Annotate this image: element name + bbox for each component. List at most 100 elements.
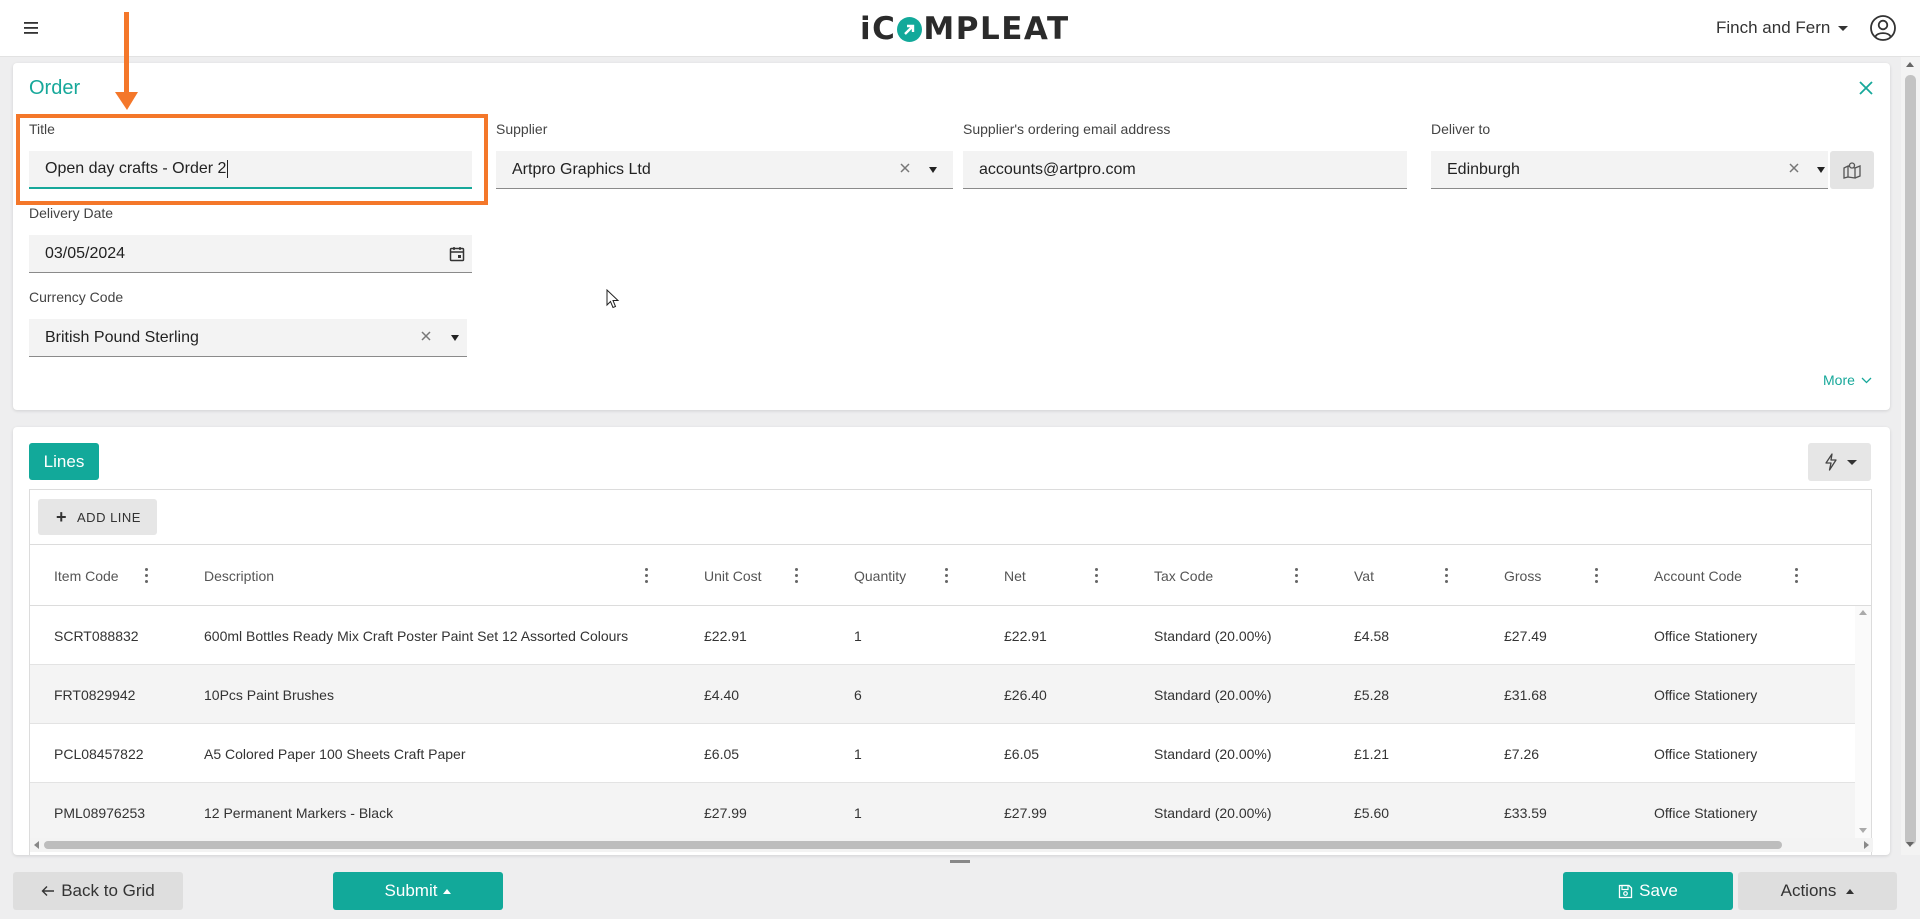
- cell-description: 12 Permanent Markers - Black: [204, 804, 394, 821]
- user-account-icon[interactable]: [1869, 14, 1897, 42]
- map-button[interactable]: [1830, 151, 1874, 189]
- tab-lines[interactable]: Lines: [29, 443, 99, 480]
- cell-net: £27.99: [1004, 804, 1047, 821]
- scroll-down-arrow-icon[interactable]: [1906, 842, 1914, 847]
- cell-gross: £31.68: [1504, 686, 1547, 703]
- page-scrollbar-thumb[interactable]: [1905, 75, 1916, 845]
- scroll-down-arrow-icon[interactable]: [1859, 828, 1867, 833]
- supplier-label: Supplier: [496, 121, 548, 137]
- deliver-to-select[interactable]: Edinburgh: [1431, 151, 1828, 189]
- cell-vat: £1.21: [1354, 745, 1390, 762]
- back-to-grid-button[interactable]: Back to Grid: [13, 872, 183, 910]
- arrow-left-icon: [41, 886, 55, 896]
- submit-button[interactable]: Submit: [333, 872, 503, 910]
- lightning-bolt-icon: [1824, 453, 1837, 471]
- deliver-to-dropdown-icon[interactable]: [1817, 167, 1825, 173]
- actions-button[interactable]: Actions: [1738, 872, 1897, 910]
- lines-grid: + ADD LINE Item Code Description Unit Co…: [29, 489, 1873, 855]
- currency-dropdown-icon[interactable]: [451, 335, 459, 341]
- email-label: Supplier's ordering email address: [963, 121, 1171, 137]
- cell-account-code: Office Stationery: [1654, 627, 1758, 644]
- cell-gross: £33.59: [1504, 804, 1547, 821]
- column-menu-icon[interactable]: [645, 568, 649, 584]
- logo-text-end: MPLEAT: [923, 11, 1070, 47]
- column-header-vat[interactable]: Vat: [1354, 545, 1374, 606]
- column-header-gross[interactable]: Gross: [1504, 545, 1541, 606]
- column-header-net[interactable]: Net: [1004, 545, 1026, 606]
- supplier-email-input[interactable]: accounts@artpro.com: [963, 151, 1407, 189]
- table-row[interactable]: FRT0829942 10Pcs Paint Brushes £4.40 6 £…: [30, 665, 1855, 724]
- column-header-tax-code[interactable]: Tax Code: [1154, 545, 1213, 606]
- table-row[interactable]: PCL08457822 A5 Colored Paper 100 Sheets …: [30, 724, 1855, 783]
- submit-label: Submit: [384, 881, 438, 900]
- cell-unit-cost: £4.40: [704, 686, 740, 703]
- column-menu-icon[interactable]: [1795, 568, 1799, 584]
- column-menu-icon[interactable]: [1295, 568, 1299, 584]
- app-logo: iC MPLEAT: [860, 8, 1070, 50]
- hamburger-menu-icon[interactable]: [22, 18, 42, 38]
- close-icon[interactable]: [1857, 79, 1875, 97]
- scroll-left-arrow-icon[interactable]: [34, 841, 39, 849]
- cell-tax-code: Standard (20.00%): [1154, 804, 1272, 821]
- clear-supplier-icon[interactable]: [898, 161, 912, 175]
- column-header-quantity[interactable]: Quantity: [854, 545, 906, 606]
- order-heading: Order: [29, 77, 81, 99]
- table-row[interactable]: SCRT088832 600ml Bottles Ready Mix Craft…: [30, 606, 1855, 665]
- cell-item-code: FRT0829942: [54, 686, 136, 703]
- cell-gross: £7.26: [1504, 745, 1540, 762]
- panel-resize-handle[interactable]: [950, 860, 970, 863]
- clear-deliver-to-icon[interactable]: [1787, 161, 1801, 175]
- supplier-dropdown-icon[interactable]: [929, 167, 937, 173]
- clear-currency-icon[interactable]: [419, 329, 433, 343]
- column-header-item-code[interactable]: Item Code: [54, 545, 119, 606]
- plus-icon: +: [56, 506, 68, 527]
- grid-vertical-scrollbar[interactable]: [1855, 606, 1871, 838]
- cell-unit-cost: £27.99: [704, 804, 747, 821]
- table-row[interactable]: PML08976253 12 Permanent Markers - Black…: [30, 783, 1855, 842]
- column-menu-icon[interactable]: [145, 568, 149, 584]
- title-input[interactable]: Open day crafts - Order 2: [29, 151, 472, 189]
- cell-account-code: Office Stationery: [1654, 686, 1758, 703]
- actions-label: Actions: [1780, 881, 1837, 900]
- cell-account-code: Office Stationery: [1654, 804, 1758, 821]
- grid-toolbar: + ADD LINE: [30, 490, 1871, 545]
- grid-horizontal-scrollbar[interactable]: [30, 838, 1873, 852]
- column-menu-icon[interactable]: [795, 568, 799, 584]
- scroll-right-arrow-icon[interactable]: [1864, 841, 1869, 849]
- horizontal-scrollbar-thumb[interactable]: [44, 841, 1782, 849]
- quick-actions-button[interactable]: [1808, 443, 1871, 481]
- cell-net: £22.91: [1004, 627, 1047, 644]
- back-to-grid-label: Back to Grid: [61, 881, 155, 900]
- scroll-up-arrow-icon[interactable]: [1906, 62, 1914, 67]
- cell-net: £26.40: [1004, 686, 1047, 703]
- cell-quantity: 1: [854, 627, 862, 644]
- text-caret: [227, 160, 229, 178]
- add-line-label: ADD LINE: [77, 509, 141, 525]
- column-menu-icon[interactable]: [945, 568, 949, 584]
- deliver-to-value: Edinburgh: [1447, 160, 1520, 178]
- deliver-to-label: Deliver to: [1431, 121, 1491, 137]
- column-header-account-code[interactable]: Account Code: [1654, 545, 1742, 606]
- scroll-up-arrow-icon[interactable]: [1859, 610, 1867, 615]
- column-header-description[interactable]: Description: [204, 545, 274, 606]
- cell-gross: £27.49: [1504, 627, 1547, 644]
- save-button[interactable]: Save: [1563, 872, 1733, 910]
- column-menu-icon[interactable]: [1095, 568, 1099, 584]
- supplier-select[interactable]: Artpro Graphics Ltd: [496, 151, 953, 189]
- column-menu-icon[interactable]: [1595, 568, 1599, 584]
- more-label: More: [1823, 372, 1855, 388]
- cell-tax-code: Standard (20.00%): [1154, 627, 1272, 644]
- organisation-selector[interactable]: Finch and Fern: [1716, 18, 1849, 38]
- more-toggle[interactable]: More: [1823, 372, 1872, 388]
- email-value: accounts@artpro.com: [979, 160, 1136, 178]
- cell-tax-code: Standard (20.00%): [1154, 745, 1272, 762]
- currency-code-select[interactable]: British Pound Sterling: [29, 319, 467, 357]
- calendar-icon[interactable]: [448, 245, 466, 263]
- cell-net: £6.05: [1004, 745, 1040, 762]
- lines-panel: Lines + ADD LINE Item Code Description U…: [13, 427, 1890, 855]
- delivery-date-input[interactable]: 03/05/2024: [29, 235, 472, 273]
- caret-down-icon: [1846, 459, 1857, 465]
- column-menu-icon[interactable]: [1445, 568, 1449, 584]
- add-line-button[interactable]: + ADD LINE: [38, 499, 157, 535]
- column-header-unit-cost[interactable]: Unit Cost: [704, 545, 762, 606]
